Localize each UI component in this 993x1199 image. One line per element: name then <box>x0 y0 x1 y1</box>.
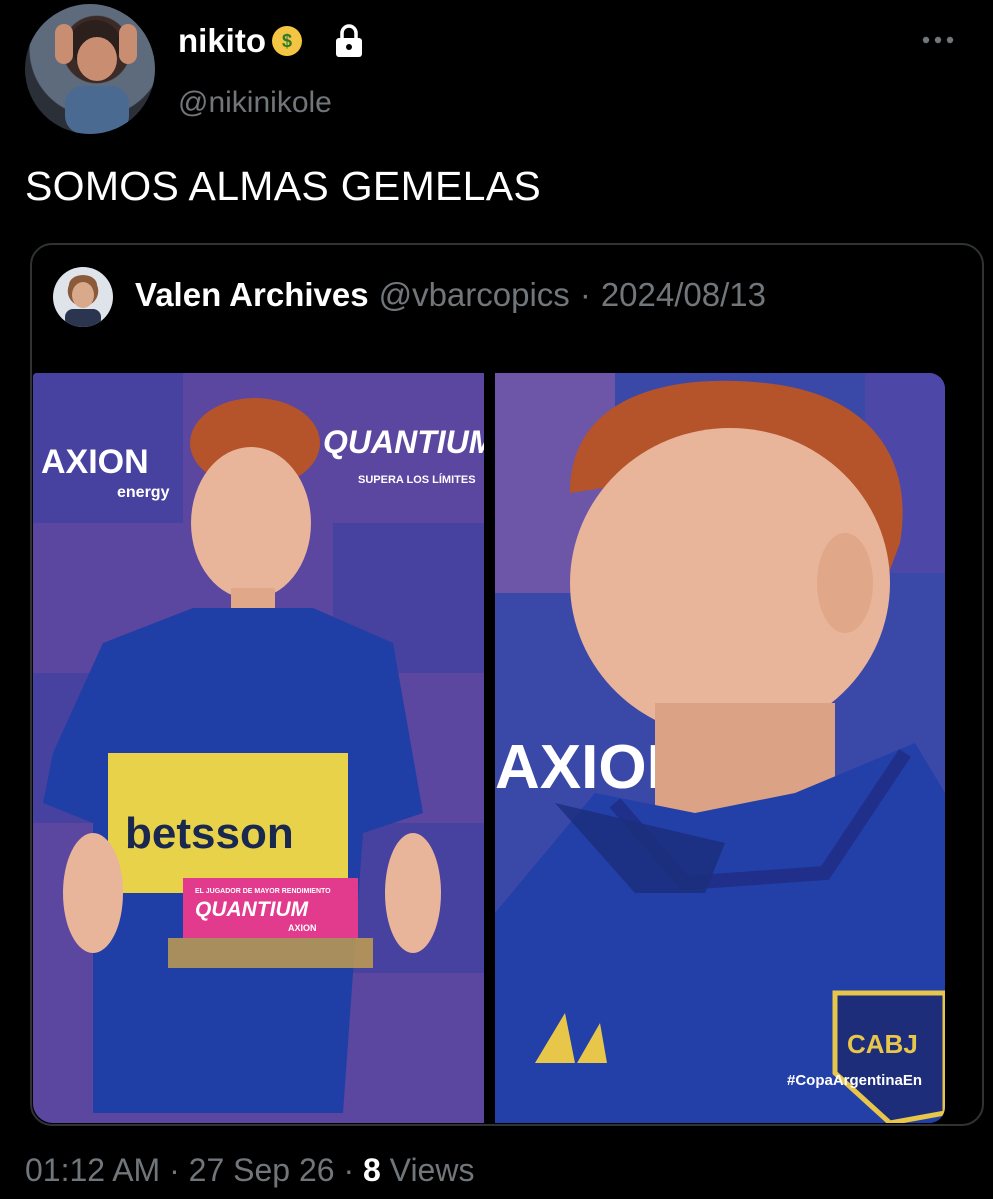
quoted-photo-right[interactable]: AXION CABJ #CopaArgentinaEn <box>495 373 945 1123</box>
views-count: 8 <box>362 1152 381 1188</box>
trophy-title: QUANTIUM <box>195 898 309 921</box>
quoted-header: Valen Archives @vbarcopics · 2024/08/13 <box>135 276 766 314</box>
footer-sep-1: · <box>169 1152 189 1188</box>
avatar-portrait <box>55 20 137 134</box>
quoted-handle[interactable]: @vbarcopics <box>379 276 570 314</box>
money-mouth-emoji-icon: $ <box>272 26 302 56</box>
footer-sep-2: · <box>343 1152 363 1188</box>
left-brand-quantium-sub: SUPERA LOS LÍMITES <box>358 473 476 486</box>
crest-text: CABJ <box>847 1029 918 1059</box>
quoted-photo-left[interactable]: AXION energy QUANTIUM SUPERA LOS LÍMITES… <box>33 373 484 1123</box>
author-avatar[interactable] <box>25 4 155 134</box>
hashtag-text: #CopaArgentinaEn <box>787 1072 922 1089</box>
quoted-date[interactable]: 2024/08/13 <box>601 276 766 314</box>
tweet-text: SOMOS ALMAS GEMELAS <box>25 163 542 209</box>
author-display-name[interactable]: nikito $ <box>178 22 302 60</box>
quoted-display-name[interactable]: Valen Archives <box>135 276 369 314</box>
photo-divider <box>484 373 495 1123</box>
shirt-sponsor: betsson <box>125 809 294 858</box>
photo-left-scene: AXION energy QUANTIUM SUPERA LOS LÍMITES… <box>33 373 484 1123</box>
views-label: Views <box>389 1152 475 1188</box>
trophy-caption: EL JUGADOR DE MAYOR RENDIMIENTO <box>195 888 331 895</box>
trophy-sub: AXION <box>288 923 317 933</box>
more-icon[interactable] <box>920 30 956 50</box>
tweet-footer: 01:12 AM · 27 Sep 26 · 8 Views <box>25 1152 474 1189</box>
photo-right-scene: AXION CABJ #CopaArgentinaEn <box>495 373 945 1123</box>
left-brand-axion: AXION <box>41 443 149 481</box>
tweet-date[interactable]: 27 Sep 26 <box>189 1152 335 1188</box>
quoted-author-avatar[interactable] <box>53 267 113 327</box>
author-handle[interactable]: @nikinikole <box>178 86 332 120</box>
tweet-time[interactable]: 01:12 AM <box>25 1152 160 1188</box>
lock-icon <box>336 24 362 57</box>
left-brand-quantium: QUANTIUM <box>323 424 484 460</box>
quoted-separator: · <box>579 276 591 313</box>
author-name-text: nikito <box>178 22 266 59</box>
left-brand-axion-sub: energy <box>117 484 170 501</box>
quoted-avatar-portrait <box>65 275 101 327</box>
